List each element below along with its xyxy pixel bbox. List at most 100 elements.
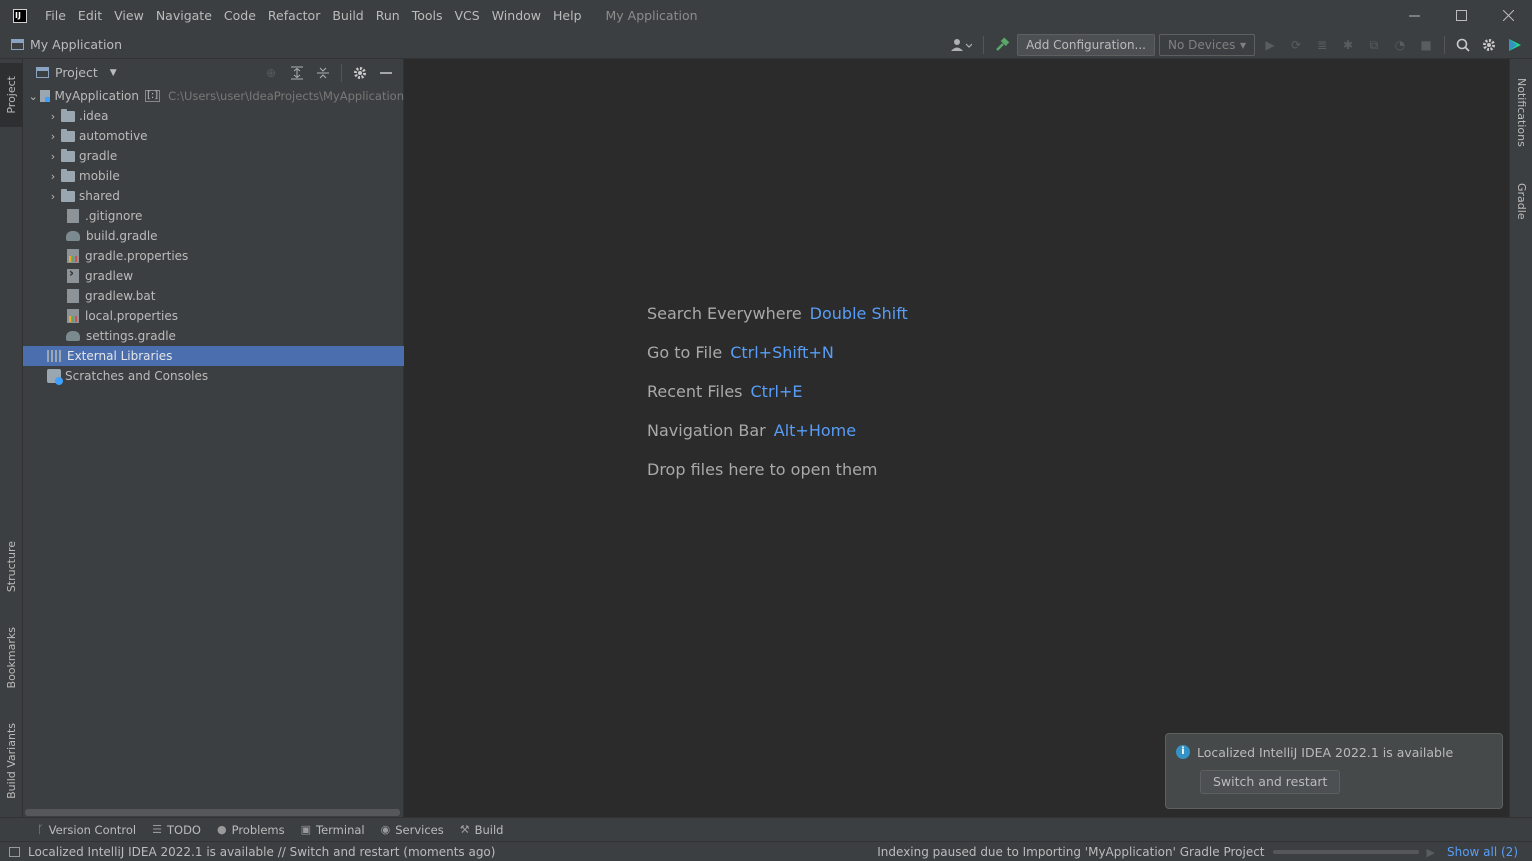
- tree-item-settings-gradle[interactable]: settings.gradle: [23, 326, 404, 346]
- hint-text: Recent Files: [647, 382, 743, 401]
- folder-icon: [61, 128, 75, 142]
- project-view-selector[interactable]: Project: [55, 65, 98, 80]
- tree-item-gradle[interactable]: › gradle: [23, 146, 404, 166]
- minimize-button[interactable]: [1391, 0, 1438, 31]
- account-icon[interactable]: [946, 34, 976, 56]
- switch-and-restart-button[interactable]: Switch and restart: [1200, 770, 1341, 794]
- menu-build[interactable]: Build: [326, 0, 369, 31]
- status-message[interactable]: Localized IntelliJ IDEA 2022.1 is availa…: [28, 845, 495, 859]
- jetbrains-toolbox-icon[interactable]: [1504, 34, 1526, 56]
- expand-all-icon[interactable]: [286, 62, 308, 84]
- menu-run[interactable]: Run: [370, 0, 406, 31]
- close-button[interactable]: [1485, 0, 1532, 31]
- list-icon: ☰: [152, 823, 162, 836]
- project-panel-tools: ⊕: [260, 59, 397, 86]
- tree-item-label: shared: [79, 189, 120, 203]
- device-selector[interactable]: No Devices ▾: [1159, 34, 1255, 56]
- hide-panel-icon[interactable]: [375, 62, 397, 84]
- tree-item-gradle-properties[interactable]: gradle.properties: [23, 246, 404, 266]
- menu-help[interactable]: Help: [547, 0, 588, 31]
- chevron-down-icon[interactable]: ▼: [110, 68, 117, 78]
- chevron-right-icon[interactable]: ›: [45, 110, 61, 123]
- chevron-right-icon[interactable]: ›: [45, 130, 61, 143]
- resume-indexing-icon[interactable]: ▶: [1427, 846, 1435, 859]
- tree-item-external-libraries[interactable]: External Libraries: [23, 346, 404, 366]
- minimize-icon: [1409, 15, 1420, 17]
- tool-tab-gradle[interactable]: Gradle: [1510, 171, 1532, 231]
- right-tool-strip: Notifications Gradle: [1509, 59, 1532, 817]
- breadcrumb-project[interactable]: My Application: [30, 37, 122, 52]
- tool-tab-bookmarks[interactable]: Bookmarks: [0, 615, 23, 701]
- gear-icon[interactable]: [349, 62, 371, 84]
- search-icon[interactable]: [1452, 34, 1474, 56]
- chevron-right-icon[interactable]: ›: [45, 170, 61, 183]
- tree-item-shared[interactable]: › shared: [23, 186, 404, 206]
- debug-icon[interactable]: ✱: [1337, 34, 1359, 56]
- maximize-icon: [1456, 10, 1467, 21]
- tree-item-local-properties[interactable]: local.properties: [23, 306, 404, 326]
- run-icon[interactable]: ▶: [1259, 34, 1281, 56]
- tree-item-label: mobile: [79, 169, 120, 183]
- apply-changes-icon[interactable]: ≣: [1311, 34, 1333, 56]
- menu-code[interactable]: Code: [218, 0, 262, 31]
- tree-item-gradlew[interactable]: gradlew: [23, 266, 404, 286]
- show-all-processes-link[interactable]: Show all (2): [1447, 845, 1518, 859]
- tab-services[interactable]: ◉ Services: [373, 818, 452, 842]
- tool-windows-toggle-icon[interactable]: [9, 846, 20, 857]
- chevron-right-icon[interactable]: ›: [45, 190, 61, 203]
- tab-label: Terminal: [316, 822, 365, 837]
- project-path: C:\Users\user\IdeaProjects\MyApplication: [168, 89, 404, 103]
- tree-item-label: gradlew.bat: [85, 289, 156, 303]
- tab-build[interactable]: ⚒ Build: [452, 818, 512, 842]
- collapse-all-icon[interactable]: [312, 62, 334, 84]
- tab-terminal[interactable]: ▣ Terminal: [293, 818, 373, 842]
- project-panel-header: Project ▼ ⊕: [23, 59, 403, 86]
- menu-refactor[interactable]: Refactor: [262, 0, 326, 31]
- tree-item-gitignore[interactable]: .gitignore: [23, 206, 404, 226]
- tree-item-scratches[interactable]: Scratches and Consoles: [23, 366, 404, 386]
- tool-tab-build-variants[interactable]: Build Variants: [0, 711, 23, 811]
- menu-window[interactable]: Window: [486, 0, 547, 31]
- hint-text: Drop files here to open them: [647, 460, 878, 479]
- branch-icon: ᚴ: [37, 823, 44, 836]
- indexing-progress-bar: [1272, 850, 1419, 854]
- menu-edit[interactable]: Edit: [72, 0, 108, 31]
- stop-icon[interactable]: ■: [1415, 34, 1437, 56]
- hint-go-to-file: Go to File Ctrl+Shift+N: [647, 343, 908, 382]
- tree-item-automotive[interactable]: › automotive: [23, 126, 404, 146]
- tree-item-gradlew-bat[interactable]: gradlew.bat: [23, 286, 404, 306]
- maximize-button[interactable]: [1438, 0, 1485, 31]
- panel-separator: [341, 63, 342, 82]
- tab-version-control[interactable]: ᚴ Version Control: [29, 818, 144, 842]
- rerun-icon[interactable]: ⟳: [1285, 34, 1307, 56]
- select-opened-file-icon[interactable]: ⊕: [260, 62, 282, 84]
- tab-problems[interactable]: ● Problems: [209, 818, 293, 842]
- menu-tools[interactable]: Tools: [406, 0, 449, 31]
- menu-vcs[interactable]: VCS: [449, 0, 486, 31]
- menu-view[interactable]: View: [108, 0, 150, 31]
- build-hammer-icon[interactable]: [991, 34, 1013, 56]
- gear-icon[interactable]: [1478, 34, 1500, 56]
- chevron-down-icon[interactable]: ⌄: [27, 90, 40, 103]
- tab-todo[interactable]: ☰ TODO: [144, 818, 209, 842]
- tree-item-build-gradle[interactable]: build.gradle: [23, 226, 404, 246]
- menu-file[interactable]: File: [39, 0, 72, 31]
- intellij-logo-icon: IJ: [13, 8, 27, 23]
- editor-area[interactable]: Search Everywhere Double Shift Go to File…: [405, 59, 1509, 817]
- attach-debugger-icon[interactable]: ⧉: [1363, 34, 1385, 56]
- tree-item-idea[interactable]: › .idea: [23, 106, 404, 126]
- tree-item-myapplication[interactable]: ⌄ MyApplication [:] C:\Users\user\IdeaPr…: [23, 86, 404, 106]
- profile-icon[interactable]: ◔: [1389, 34, 1411, 56]
- menu-navigate[interactable]: Navigate: [150, 0, 218, 31]
- notification-balloon: i Localized IntelliJ IDEA 2022.1 is avai…: [1165, 733, 1503, 809]
- toolbar-separator: [1444, 36, 1445, 54]
- add-configuration-button[interactable]: Add Configuration...: [1017, 34, 1155, 56]
- chevron-right-icon[interactable]: ›: [45, 150, 61, 163]
- project-tool-window: Project ▼ ⊕ ⌄ MyApplication [:] C:\Users…: [23, 59, 404, 817]
- tool-tab-structure[interactable]: Structure: [0, 531, 23, 603]
- folder-icon: [61, 148, 75, 162]
- tree-item-mobile[interactable]: › mobile: [23, 166, 404, 186]
- tool-tab-project[interactable]: Project: [0, 63, 23, 127]
- horizontal-scrollbar[interactable]: [25, 809, 400, 816]
- tool-tab-notifications[interactable]: Notifications: [1510, 67, 1532, 157]
